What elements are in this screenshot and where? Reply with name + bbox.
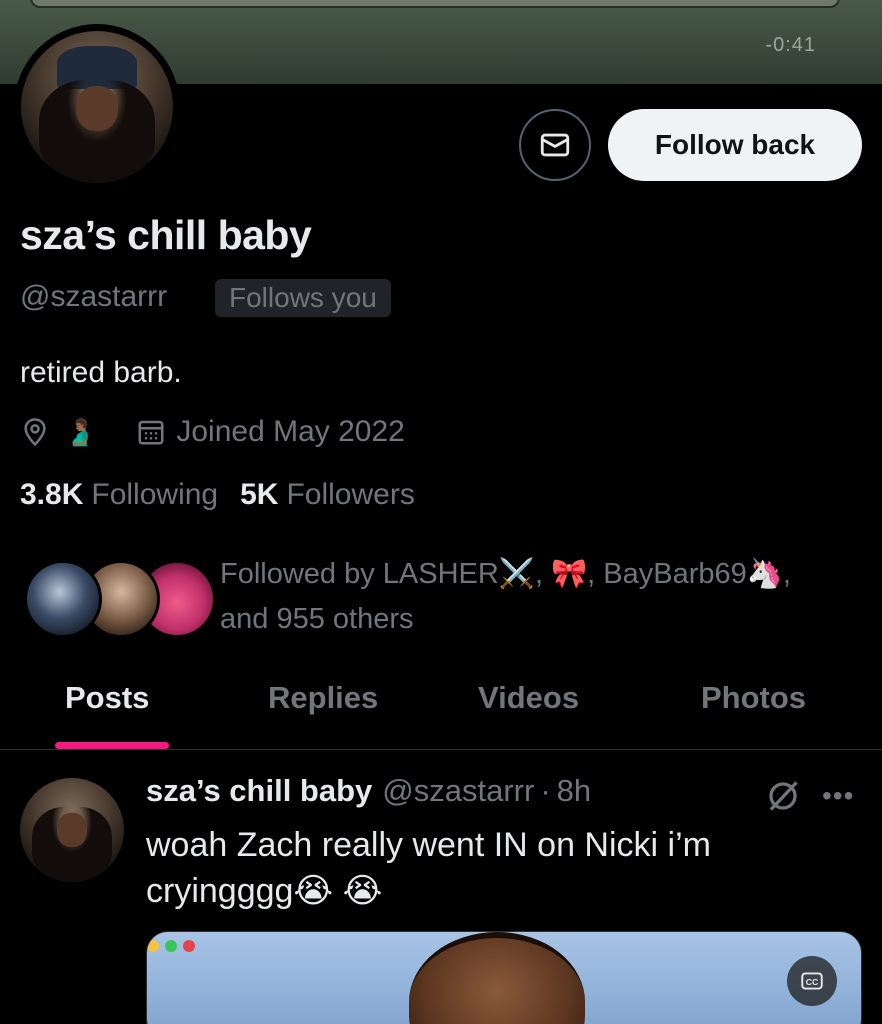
followed-by-line-2: and 955 others bbox=[220, 603, 414, 635]
profile-handle: @szastarrr bbox=[20, 280, 168, 313]
grok-icon[interactable] bbox=[765, 778, 801, 814]
followers-label: Followers bbox=[286, 478, 415, 511]
following-label: Following bbox=[91, 478, 219, 511]
post-text-line-1: woah Zach really went IN on Nicki i’m bbox=[146, 826, 711, 864]
envelope-icon bbox=[540, 133, 570, 157]
followers-count: 5K bbox=[240, 478, 279, 511]
video-thumbnail-person bbox=[409, 932, 585, 1024]
tab-photos[interactable]: Photos bbox=[701, 680, 806, 716]
post-header: sza’s chill baby @szastarrr · 8h bbox=[146, 773, 591, 809]
profile-bio: retired barb. bbox=[20, 356, 182, 389]
follow-back-button[interactable]: Follow back bbox=[608, 109, 862, 181]
profile-meta: 🫃🏾 Joined May 2022 bbox=[20, 412, 405, 452]
follower-avatar bbox=[24, 560, 102, 638]
tab-videos[interactable]: Videos bbox=[478, 680, 579, 716]
followed-by-line-1: Followed by LASHER⚔️, 🎀, BayBarb69🦄, bbox=[220, 558, 791, 590]
tab-replies[interactable]: Replies bbox=[268, 680, 378, 716]
location-text: 🫃🏾 bbox=[64, 416, 97, 447]
post-text-line-2: cryingggg😭 😭 bbox=[146, 872, 383, 910]
message-button[interactable] bbox=[519, 109, 591, 181]
calendar-icon bbox=[136, 417, 166, 447]
svg-text:CC: CC bbox=[806, 977, 819, 987]
post-text: woah Zach really went IN on Nicki i’m cr… bbox=[146, 822, 846, 914]
location-pin-icon bbox=[20, 417, 50, 447]
post-avatar[interactable] bbox=[20, 778, 124, 882]
followers-link[interactable]: 5K Followers bbox=[240, 478, 415, 512]
closed-captions-icon: CC bbox=[801, 972, 823, 990]
active-tab-indicator bbox=[55, 742, 169, 749]
followed-by-section[interactable]: Followed by LASHER⚔️, 🎀, BayBarb69🦄, and… bbox=[20, 552, 870, 642]
profile-avatar[interactable] bbox=[14, 24, 180, 190]
post-timestamp[interactable]: 8h bbox=[557, 773, 591, 809]
video-scrubber[interactable] bbox=[30, 0, 840, 8]
video-time-remaining: -0:41 bbox=[765, 34, 816, 56]
profile-tabs: Posts Replies Videos Photos bbox=[0, 668, 882, 750]
more-options-icon[interactable]: ••• bbox=[822, 780, 854, 812]
window-dots bbox=[147, 940, 201, 952]
following-count: 3.8K bbox=[20, 478, 84, 511]
avatar-image bbox=[21, 31, 173, 183]
follows-you-badge: Follows you bbox=[215, 279, 391, 317]
follow-stats: 3.8K Following 5K Followers bbox=[20, 478, 437, 512]
profile-display-name: sza’s chill baby bbox=[20, 212, 312, 258]
post-video[interactable]: CC bbox=[146, 931, 862, 1024]
post-author-name[interactable]: sza’s chill baby bbox=[146, 773, 372, 809]
post-separator: · bbox=[540, 773, 551, 808]
post-author-handle[interactable]: @szastarrr bbox=[382, 773, 534, 809]
followed-by-text: Followed by LASHER⚔️, 🎀, BayBarb69🦄, and… bbox=[220, 552, 860, 642]
joined-date: Joined May 2022 bbox=[176, 415, 405, 448]
captions-button[interactable]: CC bbox=[787, 956, 837, 1006]
following-link[interactable]: 3.8K Following bbox=[20, 478, 218, 512]
tab-posts[interactable]: Posts bbox=[65, 680, 149, 716]
